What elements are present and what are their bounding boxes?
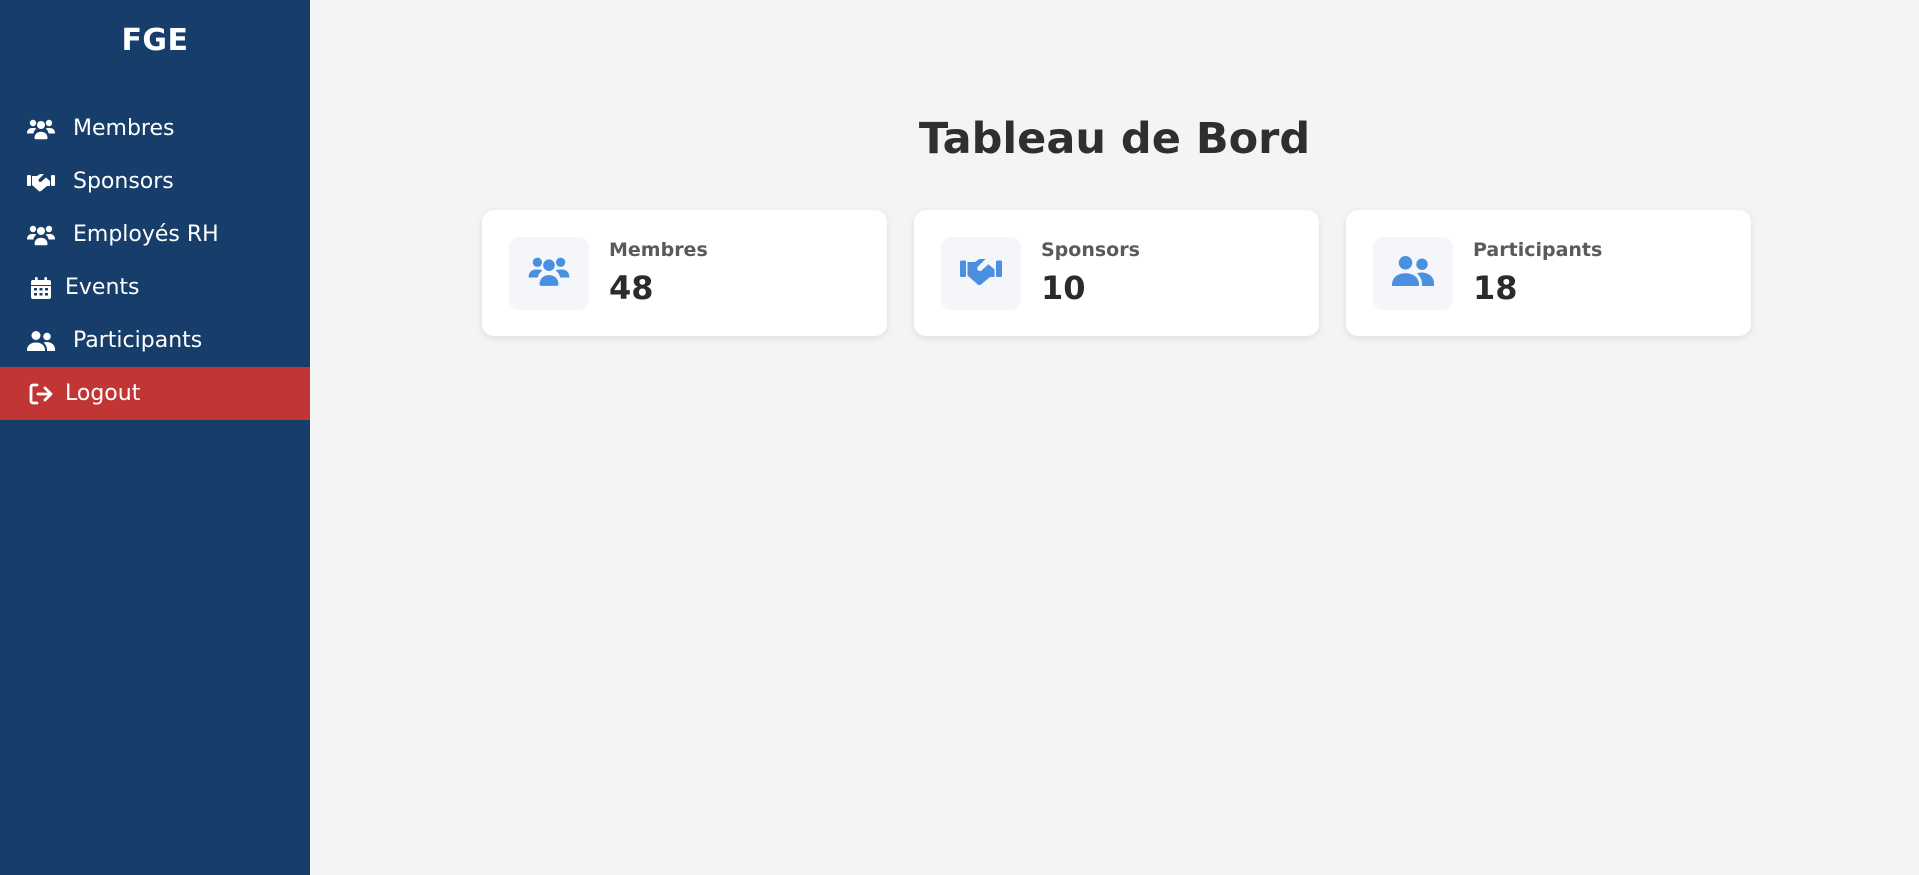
app-root: FGE Membres Sponsors Employés RH Events …	[0, 0, 1919, 875]
users-icon	[27, 221, 55, 249]
handshake-icon	[960, 256, 1002, 290]
card-label: Sponsors	[1041, 239, 1140, 261]
sidebar-item-label: Sponsors	[73, 169, 174, 194]
brand-logo[interactable]: FGE	[0, 0, 310, 84]
sidebar-item-label: Membres	[73, 116, 175, 141]
calendar-icon	[27, 274, 55, 302]
user-friends-icon	[1392, 254, 1434, 292]
page-title: Tableau de Bord	[918, 114, 1311, 164]
sidebar-item-label: Participants	[73, 328, 203, 353]
stat-card-sponsors: Sponsors 10	[914, 210, 1319, 336]
card-icon-box	[941, 236, 1021, 310]
sidebar-item-label: Logout	[65, 381, 141, 406]
sidebar-item-sponsors[interactable]: Sponsors	[0, 155, 310, 208]
sidebar-item-label: Events	[65, 275, 140, 300]
sidebar-item-employes-rh[interactable]: Employés RH	[0, 208, 310, 261]
stat-card-membres: Membres 48	[482, 210, 887, 336]
card-value: 18	[1473, 269, 1518, 307]
users-icon	[528, 255, 570, 291]
users-icon	[27, 115, 55, 143]
card-text: Participants 18	[1473, 239, 1602, 307]
handshake-icon	[27, 168, 55, 196]
user-friends-icon	[27, 327, 55, 355]
card-text: Sponsors 10	[1041, 239, 1140, 307]
sign-out-icon	[27, 380, 55, 408]
sidebar-nav: Membres Sponsors Employés RH Events Part…	[0, 102, 310, 420]
card-icon-box	[1373, 236, 1453, 310]
sidebar: FGE Membres Sponsors Employés RH Events …	[0, 0, 310, 875]
sidebar-item-events[interactable]: Events	[0, 261, 310, 314]
sidebar-item-participants[interactable]: Participants	[0, 314, 310, 367]
stat-card-participants: Participants 18	[1346, 210, 1751, 336]
stat-cards: Membres 48 Sponsors 10 Participants 18	[482, 210, 1751, 336]
card-icon-box	[509, 236, 589, 310]
sidebar-item-logout[interactable]: Logout	[0, 367, 310, 420]
main-content: Tableau de Bord Membres 48 Sponsors 10 P…	[310, 0, 1919, 875]
sidebar-item-label: Employés RH	[73, 222, 219, 247]
card-value: 10	[1041, 269, 1086, 307]
sidebar-item-membres[interactable]: Membres	[0, 102, 310, 155]
card-label: Participants	[1473, 239, 1603, 261]
card-label: Membres	[609, 239, 708, 261]
card-text: Membres 48	[609, 239, 708, 307]
card-value: 48	[609, 269, 654, 307]
